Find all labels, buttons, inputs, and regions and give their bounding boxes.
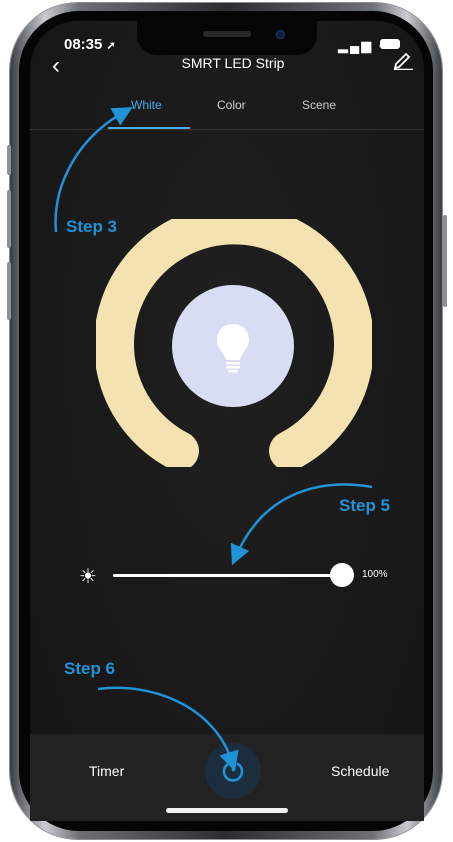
tab-white[interactable]: White [131, 98, 162, 112]
speaker-grille [203, 31, 251, 37]
home-indicator [166, 808, 288, 813]
annotation-step-6: Step 6 [64, 659, 116, 678]
battery-icon [380, 39, 400, 49]
annotation-step-5: Step 5 [339, 496, 391, 515]
front-camera [276, 30, 285, 39]
brightness-slider-fill [113, 574, 343, 577]
volume-up-button [7, 190, 11, 248]
brightness-slider-knob[interactable] [330, 563, 354, 587]
volume-down-button [7, 262, 11, 320]
location-arrow-icon: ➚ [106, 40, 116, 52]
tab-color[interactable]: Color [217, 98, 246, 112]
mute-switch [7, 145, 11, 175]
page-title: SMRT LED Strip [181, 55, 285, 71]
notch [137, 21, 317, 55]
edit-pencil-icon[interactable] [392, 50, 414, 75]
chevron-left-icon[interactable]: ‹ [52, 52, 60, 80]
brightness-slider-track[interactable] [113, 574, 343, 577]
tab-divider [30, 129, 424, 130]
timer-button[interactable]: Timer [89, 763, 124, 779]
light-bulb-icon [217, 324, 249, 373]
power-icon [222, 758, 244, 782]
signal-icon: ▂▄▆ [338, 38, 374, 53]
brightness-value: 100% [362, 569, 388, 580]
edit-pencil-icon [393, 52, 413, 71]
tab-scene[interactable]: Scene [302, 98, 336, 112]
schedule-button[interactable]: Schedule [331, 763, 389, 779]
active-tab-indicator [108, 127, 190, 129]
annotation-step-3: Step 3 [66, 217, 118, 236]
status-time: 08:35 ➚ [64, 36, 116, 53]
sun-icon: ☀ [79, 566, 97, 588]
side-button [443, 215, 447, 307]
